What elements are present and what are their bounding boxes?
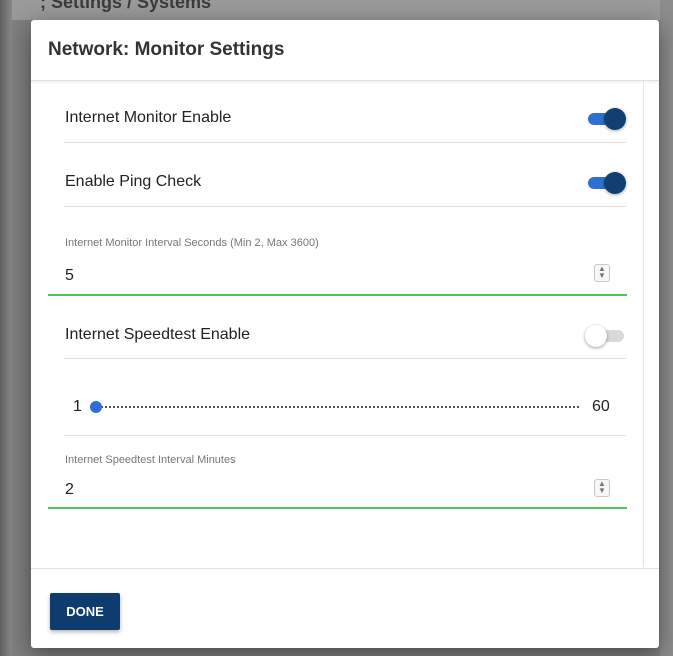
speedtest-interval-slider[interactable] [96,406,579,408]
monitor-interval-input[interactable] [65,267,545,285]
speedtest-interval-label: Internet Speedtest Interval Minutes [65,454,236,466]
background-right-panel [660,0,673,656]
monitor-interval-label: Internet Monitor Interval Seconds (Min 2… [65,237,319,249]
enable-ping-check-label: Enable Ping Check [65,173,202,190]
toggle-knob [604,108,626,130]
speedtest-interval-field[interactable]: Internet Speedtest Interval Minutes ▲▼ [48,436,627,509]
setting-row-speedtest-enable: Internet Speedtest Enable [64,296,626,359]
background-header: ; Settings / Systems [0,0,673,20]
slider-max-label: 60 [592,398,610,415]
setting-row-internet-monitor-enable: Internet Monitor Enable [64,81,626,143]
internet-monitor-enable-label: Internet Monitor Enable [65,109,232,126]
done-button[interactable]: DONE [50,593,120,630]
toggle-knob [585,325,607,347]
background-left-edge [0,0,12,656]
enable-ping-check-toggle[interactable] [587,172,626,194]
speedtest-enable-label: Internet Speedtest Enable [65,326,251,343]
speedtest-slider-row [64,359,626,436]
stepper-arrows-icon[interactable]: ▲ ▼ [594,479,610,497]
stepper-arrows-icon[interactable]: ▲ ▼ [594,264,610,282]
slider-thumb[interactable] [90,401,102,413]
dialog-title: Network: Monitor Settings [48,39,285,60]
monitor-interval-field[interactable]: Internet Monitor Interval Seconds (Min 2… [48,207,627,296]
speedtest-interval-input[interactable] [65,481,545,499]
slider-min-label: 1 [73,398,82,415]
internet-monitor-enable-toggle[interactable] [587,108,626,130]
background-title: ; Settings / Systems [40,0,212,12]
setting-row-enable-ping-check: Enable Ping Check [64,143,626,207]
speedtest-enable-toggle[interactable] [585,325,625,347]
dialog-header: Network: Monitor Settings [31,20,659,81]
monitor-settings-dialog: Network: Monitor Settings Internet Monit… [31,20,659,648]
dialog-scrollbar[interactable] [643,81,644,567]
toggle-knob [604,172,626,194]
dialog-footer: DONE [31,568,659,648]
